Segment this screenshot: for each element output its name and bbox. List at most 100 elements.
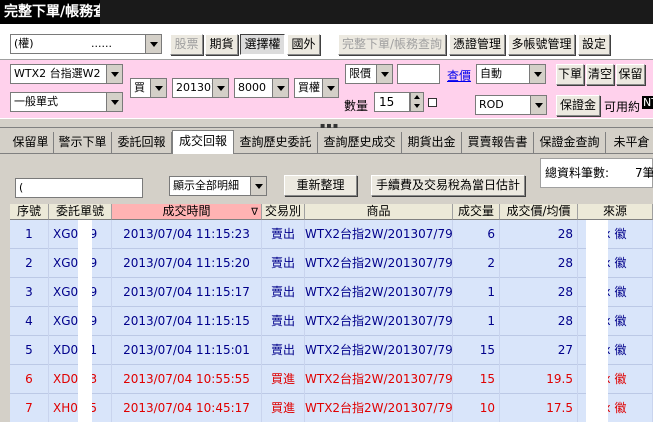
chevron-down-icon[interactable] — [212, 79, 228, 97]
chevron-down-icon[interactable] — [376, 65, 392, 83]
table-row[interactable]: 1 XG0 09 2013/07/04 11:15:23 賣出 WTX2台指2W/201… — [10, 220, 653, 249]
query-price-link[interactable]: 查價 — [447, 67, 471, 84]
privacy-mask — [586, 278, 608, 307]
fee-estimate-button[interactable]: 手續費及交易稅為當日估計 — [371, 175, 525, 196]
chevron-down-icon[interactable] — [529, 65, 545, 83]
column-header-order-no[interactable]: 委託單號 — [49, 204, 112, 220]
privacy-mask — [78, 220, 92, 249]
cell-qty: 1 — [453, 307, 500, 336]
tab-trade-report[interactable]: 成交回報 — [172, 130, 234, 154]
place-order-button[interactable]: 下單 — [556, 64, 584, 85]
cell-product: WTX2台指2W/201307/7950C — [305, 220, 453, 249]
column-header-source[interactable]: 來源 — [578, 204, 653, 220]
table-header: 序號 委託單號 成交時間 ∇ 交易別 商品 成交量 成交價/均價 來源 — [10, 204, 653, 220]
auto-select-value: 自動 — [480, 67, 502, 80]
tab-futures-withdraw[interactable]: 期貨出金 — [402, 132, 462, 154]
margin-button[interactable]: 保證金 — [556, 95, 600, 116]
order-type-select[interactable]: 一般單式 — [10, 92, 123, 112]
privacy-mask — [78, 278, 92, 307]
condition-select[interactable]: ROD — [475, 95, 547, 115]
column-header-price[interactable]: 成交價/均價 — [500, 204, 578, 220]
product-tab-stock[interactable]: 股票 — [170, 34, 203, 55]
certificate-management-button[interactable]: 憑證管理 — [449, 34, 505, 55]
tab-history-orders[interactable]: 查詢歷史委託 — [234, 132, 318, 154]
record-count-box: 總資料筆數: 7筆 — [540, 158, 653, 188]
privacy-mask — [586, 220, 608, 249]
table-row[interactable]: 2 XG0 09 2013/07/04 11:15:20 賣出 WTX2台指2W/201… — [10, 249, 653, 278]
chevron-down-icon[interactable] — [145, 35, 161, 53]
month-select[interactable]: 201307 — [172, 78, 229, 98]
search-input[interactable]: ( — [15, 178, 143, 198]
cell-side: 買進 — [262, 394, 305, 422]
quantity-stepper[interactable] — [410, 92, 424, 112]
chevron-down-icon[interactable] — [272, 79, 288, 97]
available-value: NT — [642, 96, 653, 109]
column-header-product[interactable]: 商品 — [305, 204, 453, 220]
detail-select[interactable]: 顯示全部明細 — [169, 176, 267, 196]
table-row[interactable]: 5 XD0 91 2013/07/04 11:15:01 賣出 WTX2台指2W/201… — [10, 336, 653, 365]
column-header-seq[interactable]: 序號 — [10, 204, 49, 220]
price-input[interactable] — [397, 64, 440, 84]
refresh-button[interactable]: 重新整理 — [284, 175, 357, 196]
cell-trade-time: 2013/07/04 11:15:01 — [112, 336, 262, 365]
multi-account-button[interactable]: 多帳號管理 — [508, 34, 575, 55]
tab-open-positions[interactable]: 未平倉 — [606, 132, 653, 154]
table-row[interactable]: 3 XG0 09 2013/07/04 11:15:17 賣出 WTX2台指2W/201… — [10, 278, 653, 307]
quantity-checkbox[interactable] — [428, 98, 437, 107]
cell-side: 賣出 — [262, 249, 305, 278]
commodity-select[interactable]: WTX2 台指選W2 — [10, 64, 123, 84]
commodity-value: WTX2 台指選W2 — [14, 67, 101, 80]
tab-trade-statement[interactable]: 買賣報告書 — [462, 132, 534, 154]
chevron-down-icon[interactable] — [106, 93, 122, 111]
settings-button[interactable]: 設定 — [578, 34, 610, 55]
product-tab-foreign[interactable]: 國外 — [287, 34, 320, 55]
privacy-mask — [78, 336, 92, 365]
product-tab-futures[interactable]: 期貨 — [205, 34, 238, 55]
price-type-value: 限價 — [349, 67, 371, 80]
privacy-mask — [78, 249, 92, 278]
cell-qty: 10 — [453, 394, 500, 422]
tab-alert-order[interactable]: 警示下單 — [54, 132, 112, 154]
window-title: 完整下單/帳務查詢 — [0, 0, 653, 24]
chevron-down-icon[interactable] — [250, 177, 266, 195]
column-header-qty[interactable]: 成交量 — [453, 204, 500, 220]
clear-button[interactable]: 清空 — [586, 64, 614, 85]
column-header-trade-time[interactable]: 成交時間 ∇ — [112, 204, 262, 220]
panel-splitter[interactable]: ▪▪▪ — [0, 118, 653, 130]
price-type-select[interactable]: 限價 — [345, 64, 393, 84]
privacy-mask — [586, 365, 608, 394]
table-row[interactable]: 7 XH0 95 2013/07/04 10:45:17 買進 WTX2台指2W/201… — [10, 394, 653, 422]
chevron-down-icon[interactable] — [530, 96, 546, 114]
privacy-mask — [586, 336, 608, 365]
auto-select[interactable]: 自動 — [476, 64, 546, 84]
strike-select[interactable]: 8000 — [234, 78, 289, 98]
cell-product: WTX2台指2W/201307/7950C — [305, 336, 453, 365]
tab-margin-query[interactable]: 保證金查詢 — [534, 132, 606, 154]
tab-order-report[interactable]: 委託回報 — [112, 132, 172, 154]
product-tab-options[interactable]: 選擇權 — [240, 34, 285, 55]
chevron-down-icon[interactable] — [322, 79, 338, 97]
privacy-mask — [78, 307, 92, 336]
report-toolbar: ( 顯示全部明細 重新整理 手續費及交易稅為當日估計 總資料筆數: 7筆 — [0, 154, 653, 200]
privacy-mask — [78, 394, 92, 422]
cell-trade-time: 2013/07/04 11:15:20 — [112, 249, 262, 278]
side-select[interactable]: 買 — [130, 78, 167, 98]
full-order-query-button[interactable]: 完整下單/帳務查詢 — [338, 34, 446, 55]
option-type-value: 買權 — [298, 81, 320, 94]
table-row[interactable]: 6 XD0 43 2013/07/04 10:55:55 買進 WTX2台指2W/201… — [10, 365, 653, 394]
available-label: 可用約 — [604, 100, 641, 114]
tab-history-trades[interactable]: 查詢歷史成交 — [318, 132, 402, 154]
table-row[interactable]: 4 XG0 09 2013/07/04 11:15:15 賣出 WTX2台指2W/201… — [10, 307, 653, 336]
keep-button[interactable]: 保留 — [616, 64, 645, 85]
cell-qty: 15 — [453, 365, 500, 394]
cell-seq: 4 — [10, 307, 49, 336]
option-type-select[interactable]: 買權 — [294, 78, 339, 98]
account-select[interactable]: (權) ...... — [10, 34, 162, 54]
chevron-down-icon[interactable] — [150, 79, 166, 97]
quantity-input[interactable]: 15 — [374, 92, 410, 112]
column-header-side[interactable]: 交易別 — [262, 204, 305, 220]
chevron-down-icon[interactable] — [106, 65, 122, 83]
tab-reserved-orders[interactable]: 保留單 — [8, 132, 54, 154]
cell-trade-time: 2013/07/04 10:45:17 — [112, 394, 262, 422]
cell-seq: 3 — [10, 278, 49, 307]
